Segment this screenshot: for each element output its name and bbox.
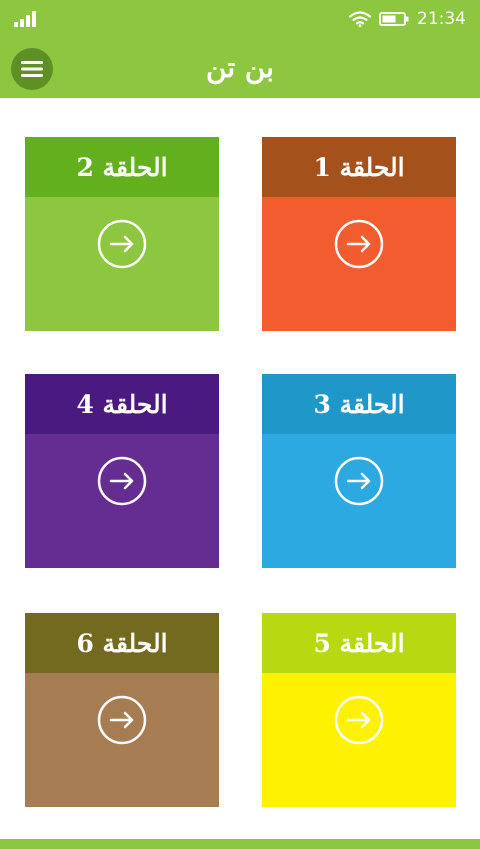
episode-tile-body	[262, 197, 456, 331]
status-right: 21:34	[349, 8, 466, 30]
status-bar: 21:34	[0, 0, 480, 38]
episode-tile-body	[25, 434, 219, 568]
battery-icon	[379, 12, 409, 26]
episode-tile-2[interactable]: الحلقة 2	[25, 137, 219, 331]
arrow-right-circle-icon[interactable]	[97, 219, 147, 269]
episode-tile-header: الحلقة 3	[262, 374, 456, 434]
wifi-icon	[349, 11, 371, 27]
episode-tile-4[interactable]: الحلقة 4	[25, 374, 219, 568]
arrow-right-circle-icon[interactable]	[334, 456, 384, 506]
episode-tile-header: الحلقة 6	[25, 613, 219, 673]
episode-tile-header: الحلقة 1	[262, 137, 456, 197]
episode-tile-3[interactable]: الحلقة 3	[262, 374, 456, 568]
arrow-right-circle-icon[interactable]	[97, 456, 147, 506]
arrow-right-circle-icon[interactable]	[334, 219, 384, 269]
episode-tile-5[interactable]: الحلقة 5	[262, 613, 456, 807]
episode-tile-body	[262, 673, 456, 807]
episode-tile-6[interactable]: الحلقة 6	[25, 613, 219, 807]
episode-tile-header: الحلقة 2	[25, 137, 219, 197]
episode-tile-body	[25, 673, 219, 807]
app-title: بن تن	[206, 51, 274, 84]
episode-tile-1[interactable]: الحلقة 1	[262, 137, 456, 331]
status-time: 21:34	[417, 9, 466, 29]
episode-tile-header: الحلقة 5	[262, 613, 456, 673]
arrow-right-circle-icon[interactable]	[334, 695, 384, 745]
episode-tile-body	[262, 434, 456, 568]
arrow-right-circle-icon[interactable]	[97, 695, 147, 745]
episode-tile-body	[25, 197, 219, 331]
bottom-bar	[0, 839, 480, 849]
episode-tile-header: الحلقة 4	[25, 374, 219, 434]
signal-icon	[14, 11, 36, 27]
